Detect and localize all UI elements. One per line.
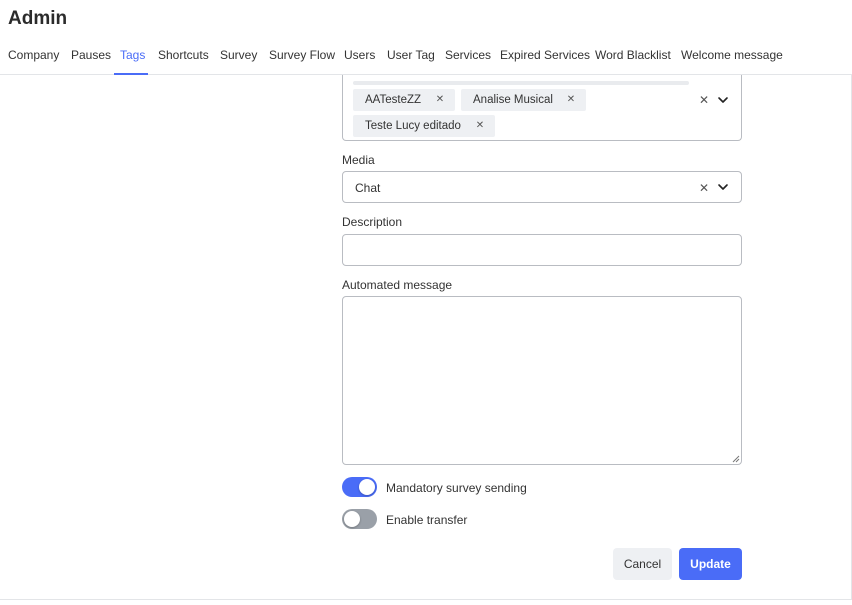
resize-handle-icon[interactable]: [730, 453, 740, 463]
automated-message-textarea[interactable]: [342, 296, 742, 465]
chevron-down-icon[interactable]: [717, 94, 729, 106]
enable-transfer-toggle[interactable]: [342, 509, 377, 529]
tab-company[interactable]: Company: [8, 48, 59, 62]
mandatory-survey-label: Mandatory survey sending: [386, 481, 527, 495]
tab-survey[interactable]: Survey: [220, 48, 257, 62]
automated-message-label: Automated message: [342, 278, 453, 292]
description-input[interactable]: [342, 234, 742, 266]
media-select[interactable]: Chat ✕: [342, 171, 742, 203]
toggle-knob: [359, 479, 375, 495]
chip-label: AATesteZZ: [365, 94, 422, 106]
close-icon[interactable]: ✕: [565, 94, 577, 106]
tab-expired-services[interactable]: Expired Services: [500, 48, 590, 62]
selected-chip: AATesteZZ ✕: [353, 89, 455, 111]
tags-multiselect[interactable]: AATesteZZ ✕ Analise Musical ✕ Teste Lucy…: [342, 75, 742, 141]
tab-user-tag[interactable]: User Tag: [387, 48, 435, 62]
tab-services[interactable]: Services: [445, 48, 491, 62]
tab-survey-flow[interactable]: Survey Flow: [269, 48, 335, 62]
page-title: Admin: [8, 8, 68, 29]
tab-word-blacklist[interactable]: Word Blacklist: [595, 48, 671, 62]
tab-welcome-message[interactable]: Welcome message: [681, 48, 783, 62]
mandatory-survey-toggle[interactable]: [342, 477, 377, 497]
enable-transfer-label: Enable transfer: [386, 513, 468, 527]
media-label: Media: [342, 153, 375, 167]
tab-users[interactable]: Users: [344, 48, 375, 62]
media-value: Chat: [355, 181, 381, 195]
toggle-knob: [344, 511, 360, 527]
close-icon[interactable]: ✕: [474, 120, 486, 132]
tab-tags[interactable]: Tags: [120, 48, 145, 62]
clear-icon[interactable]: ✕: [699, 93, 709, 107]
scroll-indicator: [353, 81, 689, 85]
selected-chip: Analise Musical ✕: [461, 89, 586, 111]
description-label: Description: [342, 215, 403, 229]
tab-bar: Company Pauses Tags Shortcuts Survey Sur…: [0, 38, 852, 75]
clear-icon[interactable]: ✕: [699, 181, 709, 195]
close-icon[interactable]: ✕: [434, 94, 446, 106]
tab-pauses[interactable]: Pauses: [71, 48, 111, 62]
update-button[interactable]: Update: [679, 548, 742, 580]
chip-label: Teste Lucy editado: [365, 120, 461, 132]
chevron-down-icon[interactable]: [717, 181, 729, 193]
chip-label: Analise Musical: [473, 94, 553, 106]
selected-chip: Teste Lucy editado ✕: [353, 115, 495, 137]
tab-shortcuts[interactable]: Shortcuts: [158, 48, 209, 62]
cancel-button[interactable]: Cancel: [613, 548, 672, 580]
